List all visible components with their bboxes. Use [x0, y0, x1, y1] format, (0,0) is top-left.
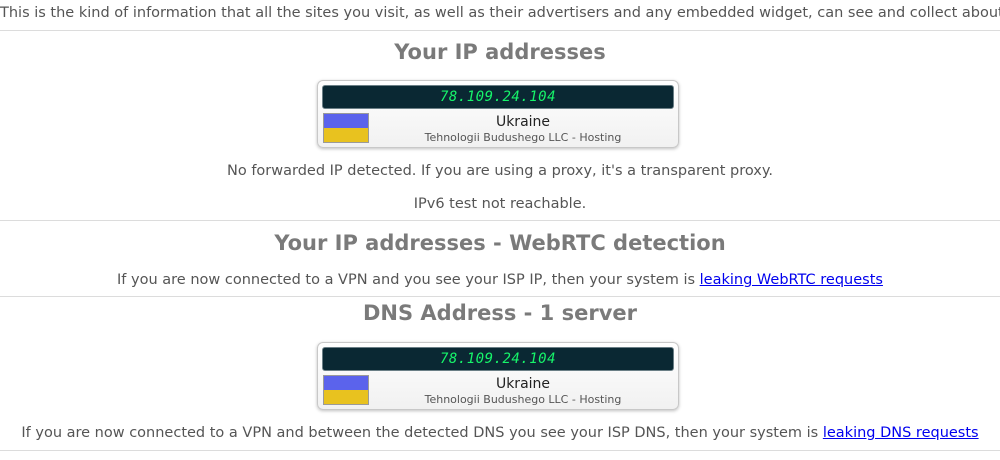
- dns-address-display: 78.109.24.104: [322, 347, 674, 371]
- isp-label: Tehnologii Budushego LLC - Hosting: [424, 131, 622, 144]
- ip-info-box: 78.109.24.104 Ukraine Tehnologii Budushe…: [317, 80, 679, 148]
- divider: [0, 450, 1000, 451]
- webrtc-note-text: If you are now connected to a VPN and yo…: [117, 272, 696, 288]
- webrtc-section-title: Your IP addresses - WebRTC detection: [274, 231, 726, 255]
- divider: [0, 30, 1000, 31]
- flag-blue-stripe: [324, 376, 368, 390]
- ip-address-display: 78.109.24.104: [322, 85, 674, 109]
- ukraine-flag-icon: [323, 375, 369, 405]
- leaking-dns-link[interactable]: leaking DNS requests: [823, 425, 979, 441]
- isp-label: Tehnologii Budushego LLC - Hosting: [424, 393, 622, 406]
- forwarded-ip-note: No forwarded IP detected. If you are usi…: [227, 163, 773, 179]
- page: This is the kind of information that all…: [0, 0, 1000, 460]
- flag-yellow-stripe: [324, 128, 368, 142]
- webrtc-note: If you are now connected to a VPN and yo…: [0, 272, 1000, 288]
- dns-section-title: DNS Address - 1 server: [362, 301, 637, 325]
- dns-info-box: 78.109.24.104 Ukraine Tehnologii Budushe…: [317, 342, 679, 410]
- intro-text: This is the kind of information that all…: [0, 5, 1000, 21]
- dns-note-text: If you are now connected to a VPN and be…: [21, 425, 819, 441]
- ipv6-note: IPv6 test not reachable.: [413, 196, 587, 212]
- country-label: Ukraine: [495, 114, 551, 130]
- flag-blue-stripe: [324, 114, 368, 128]
- ukraine-flag-icon: [323, 113, 369, 143]
- country-label: Ukraine: [495, 376, 551, 392]
- leaking-webrtc-link[interactable]: leaking WebRTC requests: [700, 272, 883, 288]
- ip-section-title: Your IP addresses: [394, 40, 606, 64]
- dns-note: If you are now connected to a VPN and be…: [0, 425, 1000, 441]
- divider: [0, 220, 1000, 221]
- divider: [0, 296, 1000, 297]
- flag-yellow-stripe: [324, 390, 368, 404]
